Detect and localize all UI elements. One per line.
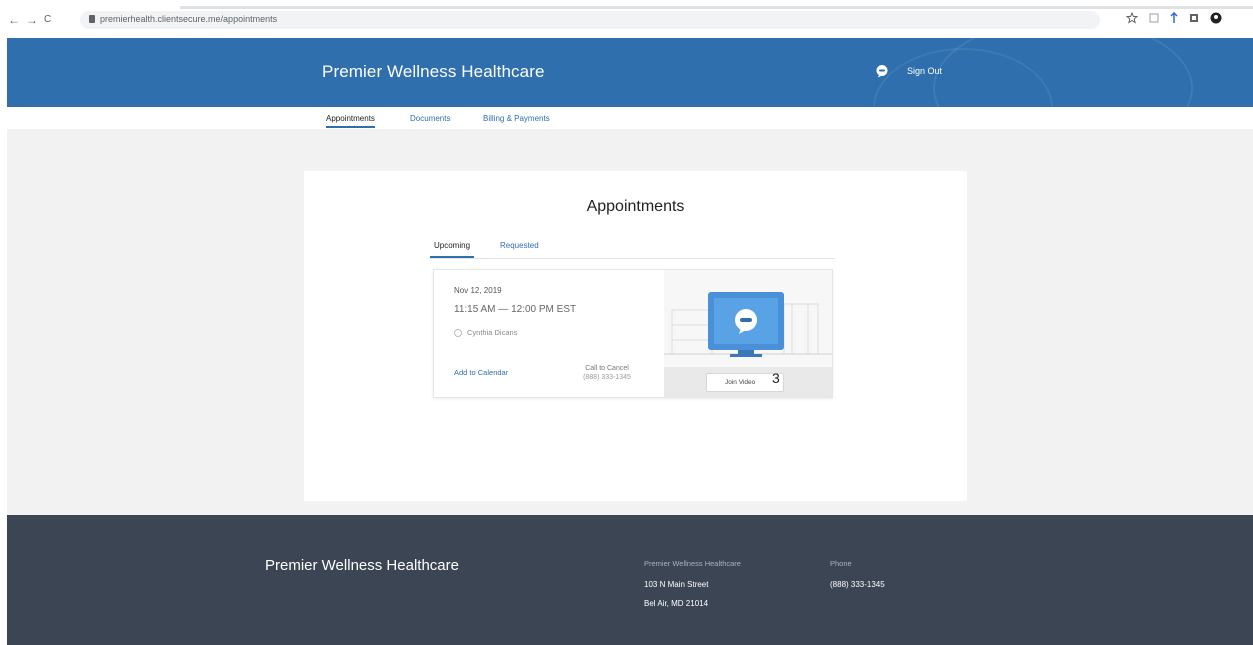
lock-icon xyxy=(89,15,95,23)
main-nav: Appointments Documents Billing & Payment… xyxy=(7,107,1253,129)
back-icon[interactable]: ← xyxy=(8,14,20,26)
computer-monitor-icon xyxy=(664,292,832,357)
appointment-card: Nov 12, 2019 11:15 AM — 12:00 PM EST Cyn… xyxy=(433,269,833,398)
footer-address-line2: Bel Air, MD 21014 xyxy=(644,599,709,608)
footer-address-line1: 103 N Main Street xyxy=(644,580,709,589)
app-header: Premier Wellness Healthcare Sign Out xyxy=(7,38,1253,107)
join-video-bar: Join Video 3 xyxy=(664,367,832,397)
add-to-calendar-link[interactable]: Add to Calendar xyxy=(454,368,508,377)
appointment-subtabs: Upcoming Requested xyxy=(429,237,835,259)
url-text: premierhealth.clientsecure.me/appointmen… xyxy=(100,14,278,24)
footer: Premier Wellness Healthcare Premier Well… xyxy=(7,515,1253,645)
browser-chrome: ← → C premierhealth.clientsecure.me/appo… xyxy=(0,0,1253,38)
reload-icon[interactable]: C xyxy=(44,14,51,26)
join-video-label: Join Video xyxy=(725,379,756,386)
footer-address-heading: Premier Wellness Healthcare xyxy=(644,559,741,568)
sign-out-link[interactable]: Sign Out xyxy=(907,66,942,76)
footer-phone-heading: Phone xyxy=(830,559,852,568)
brand-title[interactable]: Premier Wellness Healthcare xyxy=(322,62,545,82)
extension-icon[interactable] xyxy=(1168,12,1180,24)
appointment-time: 11:15 AM — 12:00 PM EST xyxy=(454,304,577,315)
provider-icon xyxy=(454,329,462,337)
tab-billing-payments[interactable]: Billing & Payments xyxy=(483,114,550,123)
extension-icon[interactable] xyxy=(1188,12,1200,24)
annotation-marker: 3 xyxy=(772,370,780,386)
address-bar[interactable]: premierhealth.clientsecure.me/appointmen… xyxy=(80,11,1100,29)
main-content: Appointments Upcoming Requested Nov 12, … xyxy=(7,129,1253,515)
subtab-requested[interactable]: Requested xyxy=(500,241,539,250)
footer-brand: Premier Wellness Healthcare xyxy=(265,557,459,574)
forward-icon[interactable]: → xyxy=(26,14,38,26)
provider-name: Cynthia Dicans xyxy=(467,328,518,337)
page-title: Appointments xyxy=(586,198,685,215)
chat-icon[interactable] xyxy=(875,64,889,78)
extension-icon[interactable] xyxy=(1148,12,1160,24)
footer-phone[interactable]: (888) 333-1345 xyxy=(830,580,885,589)
tab-appointments[interactable]: Appointments xyxy=(326,114,375,128)
appointments-card: Appointments Upcoming Requested Nov 12, … xyxy=(304,171,967,501)
telehealth-illustration: Join Video 3 xyxy=(664,270,832,397)
subtab-upcoming[interactable]: Upcoming xyxy=(429,241,475,258)
call-to-cancel-label: Call to Cancel xyxy=(585,365,629,372)
call-to-cancel: Call to Cancel (888) 333-1345 xyxy=(582,364,632,382)
appointment-date: Nov 12, 2019 xyxy=(454,286,502,295)
star-icon[interactable] xyxy=(1126,12,1138,24)
tab-documents[interactable]: Documents xyxy=(410,114,450,123)
browser-tab-strip xyxy=(180,6,1253,9)
cancel-phone[interactable]: (888) 333-1345 xyxy=(582,373,632,382)
profile-avatar-icon[interactable] xyxy=(1210,12,1222,24)
